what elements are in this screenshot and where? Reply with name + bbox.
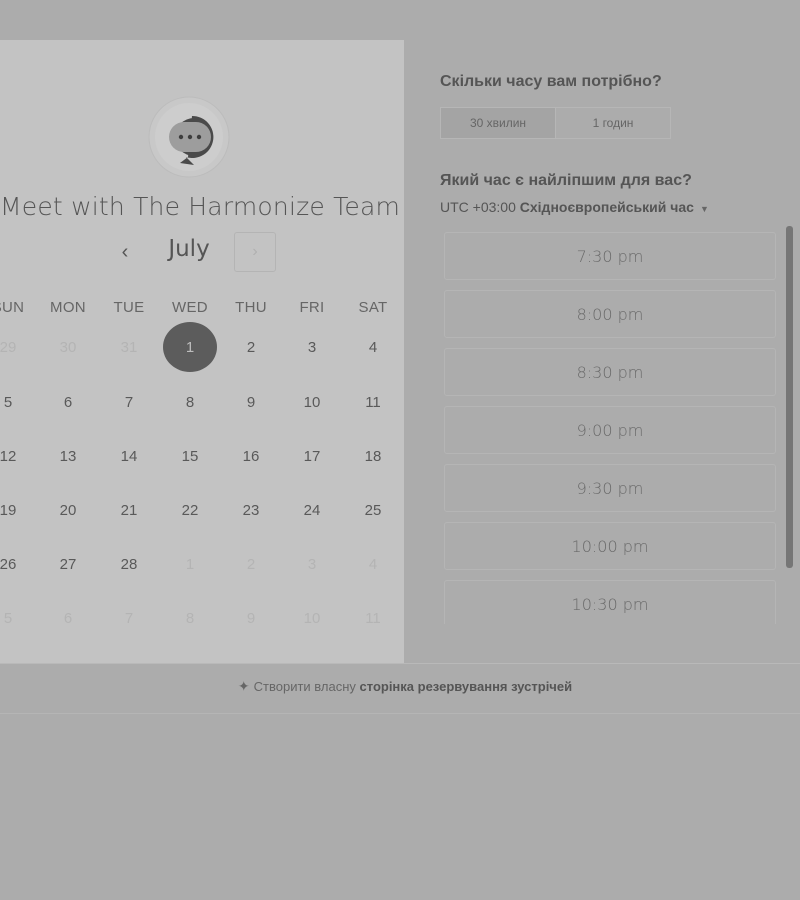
duration-selector: 30 хвилин 1 годин <box>440 107 671 139</box>
calendar-day: 4 <box>368 555 378 573</box>
chat-bubble-logo-icon <box>148 96 230 178</box>
timezone-offset: UTC +03:00 <box>440 199 516 215</box>
calendar-day[interactable]: 10 <box>285 375 339 429</box>
chevron-right-icon: › <box>252 243 258 260</box>
time-slot-button[interactable]: 9:00 pm <box>444 406 776 454</box>
calendar-day: 9 <box>246 609 256 627</box>
calendar-day[interactable]: 23 <box>224 483 278 537</box>
time-slot-button[interactable]: 7:30 pm <box>444 232 776 280</box>
calendar-day-selected[interactable]: 1 <box>163 322 217 372</box>
weekday-thu: THU <box>235 299 267 316</box>
calendar-day[interactable]: 18 <box>346 429 400 483</box>
footer-divider <box>0 663 800 664</box>
weekday-wed: WED <box>172 299 208 316</box>
weekday-tue: TUE <box>113 299 145 316</box>
footer-bottom-divider <box>0 713 800 714</box>
weekday-fri: FRI <box>299 299 325 316</box>
calendar-day: 10 <box>303 609 321 627</box>
timezone-selector[interactable]: UTC +03:00 Східноєвропейський час ▼ <box>440 199 709 215</box>
calendar-day[interactable]: 11 <box>346 375 400 429</box>
calendar-day: 30 <box>59 338 77 356</box>
calendar-day: 7 <box>124 609 134 627</box>
time-slot-button[interactable]: 8:30 pm <box>444 348 776 396</box>
calendar-day: 3 <box>307 555 317 573</box>
calendar-day[interactable]: 7 <box>102 375 156 429</box>
calendar-day[interactable]: 9 <box>224 375 278 429</box>
month-navigation: ‹ July › <box>0 232 404 272</box>
duration-30-min-button[interactable]: 30 хвилин <box>441 108 556 138</box>
time-question: Який час є найліпшим для вас? <box>440 172 692 189</box>
calendar-day[interactable]: 14 <box>102 429 156 483</box>
calendar-day[interactable]: 17 <box>285 429 339 483</box>
calendar-day: 6 <box>63 609 73 627</box>
calendar-day[interactable]: 4 <box>346 320 400 374</box>
calendar-day[interactable]: 25 <box>346 483 400 537</box>
duration-1-hour-button[interactable]: 1 годин <box>556 108 670 138</box>
calendar-day[interactable]: 20 <box>41 483 95 537</box>
time-slot-button[interactable]: 10:00 pm <box>444 522 776 570</box>
prev-month-button[interactable]: ‹ <box>108 232 142 272</box>
calendar-day[interactable]: 8 <box>163 375 217 429</box>
time-slot-button[interactable]: 8:00 pm <box>444 290 776 338</box>
calendar-day: 1 <box>185 555 195 573</box>
weekday-sat: SAT <box>358 299 388 316</box>
time-slot-button[interactable]: 10:30 pm <box>444 580 776 624</box>
time-slot-list: 7:30 pm 8:00 pm 8:30 pm 9:00 pm 9:30 pm 10:00… <box>444 232 778 624</box>
calendar-day[interactable]: 16 <box>224 429 278 483</box>
calendar-day: 11 <box>365 609 381 627</box>
duration-question: Скільки часу вам потрібно? <box>440 73 662 90</box>
timezone-name: Східноєвропейський час <box>519 199 694 215</box>
calendar-day[interactable]: 6 <box>41 375 95 429</box>
calendar-day[interactable]: 27 <box>41 537 95 591</box>
weekday-sun: SUN <box>0 299 25 316</box>
calendar-day[interactable]: 13 <box>41 429 95 483</box>
meeting-title: Meet with The Harmonize Team <box>0 192 401 221</box>
month-label: July <box>168 236 210 262</box>
chevron-left-icon: ‹ <box>121 240 129 263</box>
calendar-day[interactable]: 21 <box>102 483 156 537</box>
time-slot-button[interactable]: 9:30 pm <box>444 464 776 512</box>
calendar-day[interactable]: 28 <box>102 537 156 591</box>
calendar-day[interactable]: 3 <box>285 320 339 374</box>
calendar-day[interactable]: 15 <box>163 429 217 483</box>
calendar-day: 8 <box>185 609 195 627</box>
next-month-button[interactable]: › <box>234 232 276 272</box>
caret-down-icon: ▼ <box>699 204 709 214</box>
calendar-day[interactable]: 24 <box>285 483 339 537</box>
footer-text: Створити власну <box>253 679 356 694</box>
calendar-day: 31 <box>120 338 138 356</box>
footer-link-text: сторінка резервування зустрічей <box>359 679 573 694</box>
calendar-day[interactable]: 2 <box>224 320 278 374</box>
weekday-mon: MON <box>50 299 86 316</box>
time-slot-scrollbar[interactable] <box>786 226 793 568</box>
footer-create-page-link[interactable]: ✦ Створити власну сторінка резервування з… <box>0 678 800 695</box>
calendar-day[interactable]: 22 <box>163 483 217 537</box>
calendar-day: 2 <box>246 555 256 573</box>
hubspot-sprocket-icon: ✦ <box>237 678 250 694</box>
